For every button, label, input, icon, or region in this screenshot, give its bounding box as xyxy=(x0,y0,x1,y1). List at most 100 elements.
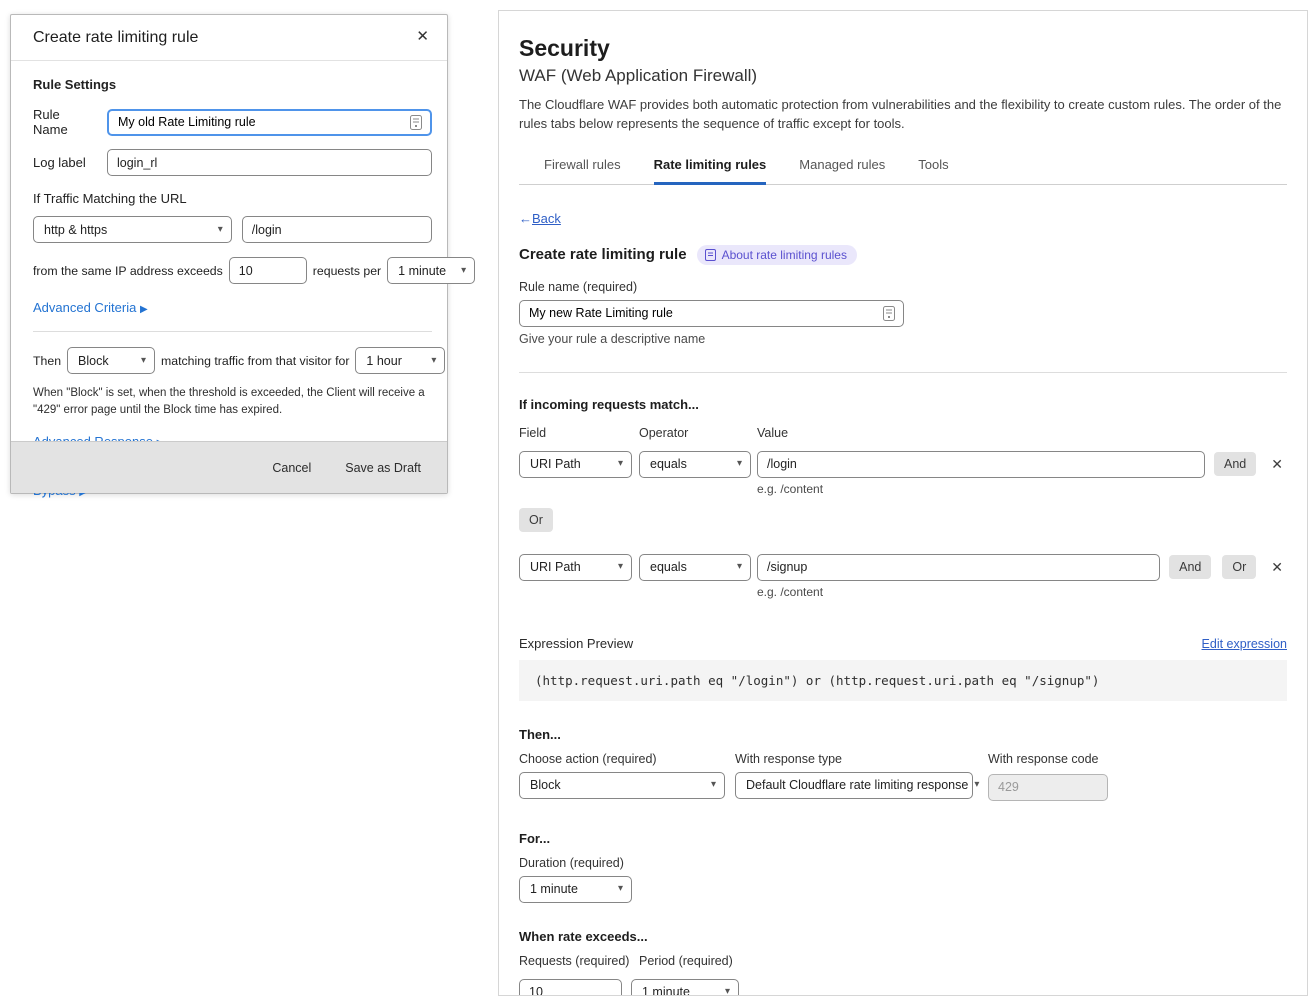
requests-label: Requests (required) xyxy=(519,954,639,968)
caret-down-icon: ▾ xyxy=(618,459,623,469)
threshold-period-select[interactable]: 1 minute ▾ xyxy=(387,257,475,284)
action-select[interactable]: Block ▾ xyxy=(519,772,725,799)
rule-name-field-wrap xyxy=(519,300,904,327)
caret-down-icon: ▾ xyxy=(618,562,623,572)
create-rule-heading: Create rate limiting rule xyxy=(519,246,687,263)
or-button[interactable]: Or xyxy=(1222,555,1256,579)
rule-name-label: Rule name (required) xyxy=(519,280,1287,294)
action-select-value: Block xyxy=(530,778,561,792)
and-button[interactable]: And xyxy=(1214,452,1256,476)
caret-down-icon: ▾ xyxy=(737,562,742,572)
advanced-criteria-link[interactable]: Advanced Criteria ▶ xyxy=(33,300,148,315)
value-input[interactable] xyxy=(757,554,1160,581)
close-icon: ✕ xyxy=(416,28,429,45)
response-code-label: With response code xyxy=(988,752,1108,766)
remove-condition-button[interactable]: ✕ xyxy=(1267,454,1287,475)
dialog-header: Create rate limiting rule ✕ xyxy=(11,15,447,61)
action-select[interactable]: Block ▾ xyxy=(67,347,155,374)
cancel-button[interactable]: Cancel xyxy=(272,461,311,475)
response-type-select[interactable]: Default Cloudflare rate limiting respons… xyxy=(735,772,973,799)
value-column-label: Value xyxy=(757,426,788,440)
autofill-icon xyxy=(410,115,422,130)
duration-value: 1 minute xyxy=(530,882,578,896)
field-select[interactable]: URI Path ▾ xyxy=(519,451,632,478)
operator-select[interactable]: equals ▾ xyxy=(639,554,751,581)
period-select[interactable]: 1 minute ▾ xyxy=(631,979,739,996)
action-select-value: Block xyxy=(78,354,109,368)
tab-tools[interactable]: Tools xyxy=(918,151,948,185)
caret-down-icon: ▾ xyxy=(431,356,436,366)
response-type-label: With response type xyxy=(735,752,973,766)
scheme-select-value: http & https xyxy=(44,223,107,237)
caret-down-icon: ▾ xyxy=(461,266,466,276)
caret-right-icon: ▶ xyxy=(140,304,148,315)
field-select[interactable]: URI Path ▾ xyxy=(519,554,632,581)
duration-label: Duration (required) xyxy=(519,856,1287,870)
tab-firewall-rules[interactable]: Firewall rules xyxy=(544,151,621,185)
close-button[interactable]: ✕ xyxy=(410,23,435,49)
legacy-rate-limit-dialog: Create rate limiting rule ✕ Rule Setting… xyxy=(10,14,448,494)
condition-row: URI Path ▾ equals ▾ And Or ✕ xyxy=(519,554,1287,581)
remove-condition-button[interactable]: ✕ xyxy=(1267,557,1287,578)
edit-expression-link[interactable]: Edit expression xyxy=(1202,637,1287,651)
block-note: When "Block" is set, when the threshold … xyxy=(33,385,432,420)
log-label-input[interactable] xyxy=(107,149,432,176)
back-arrow-icon: ← xyxy=(519,211,532,226)
waf-tab-bar: Firewall rules Rate limiting rules Manag… xyxy=(519,151,1287,185)
or-connector-button[interactable]: Or xyxy=(519,508,553,532)
tab-rate-limiting-rules[interactable]: Rate limiting rules xyxy=(654,151,767,185)
operator-select-value: equals xyxy=(650,560,687,574)
caret-down-icon: ▾ xyxy=(711,780,716,790)
period-label: Period (required) xyxy=(639,954,733,968)
response-type-value: Default Cloudflare rate limiting respons… xyxy=(746,778,968,792)
expression-preview: (http.request.uri.path eq "/login") or (… xyxy=(519,660,1287,701)
autofill-icon xyxy=(883,306,895,321)
remove-icon: ✕ xyxy=(1271,559,1283,575)
for-heading: For... xyxy=(519,831,1287,846)
ban-duration-value: 1 hour xyxy=(366,354,401,368)
rule-name-input[interactable] xyxy=(520,301,883,326)
log-label-label: Log label xyxy=(33,155,97,170)
about-badge-label: About rate limiting rules xyxy=(722,248,847,262)
back-link[interactable]: ←Back xyxy=(519,211,561,226)
url-input[interactable] xyxy=(242,216,432,243)
doc-icon xyxy=(705,249,716,261)
operator-select[interactable]: equals ▾ xyxy=(639,451,751,478)
rule-name-input[interactable] xyxy=(109,111,410,134)
caret-down-icon: ▾ xyxy=(725,987,730,996)
advanced-criteria-label: Advanced Criteria xyxy=(33,300,136,315)
caret-down-icon: ▾ xyxy=(141,356,146,366)
match-heading: If incoming requests match... xyxy=(519,397,1287,412)
and-button[interactable]: And xyxy=(1169,555,1211,579)
caret-down-icon: ▾ xyxy=(218,225,223,235)
value-helper: e.g. /content xyxy=(757,482,1287,496)
threshold-text-after: requests per xyxy=(313,264,381,278)
then-heading: Then... xyxy=(519,727,1287,742)
rate-heading: When rate exceeds... xyxy=(519,929,1287,944)
then-label: Then xyxy=(33,354,61,368)
scheme-select[interactable]: http & https ▾ xyxy=(33,216,232,243)
dialog-footer: Cancel Save as Draft xyxy=(11,441,447,493)
field-select-value: URI Path xyxy=(530,457,581,471)
threshold-period-value: 1 minute xyxy=(398,264,446,278)
operator-select-value: equals xyxy=(650,457,687,471)
about-rate-limiting-badge[interactable]: About rate limiting rules xyxy=(697,245,857,265)
rule-settings-heading: Rule Settings xyxy=(33,77,432,92)
threshold-text-before: from the same IP address exceeds xyxy=(33,264,223,278)
field-select-value: URI Path xyxy=(530,560,581,574)
value-input[interactable] xyxy=(757,451,1205,478)
page-title: Security xyxy=(519,35,1287,62)
remove-icon: ✕ xyxy=(1271,456,1283,472)
caret-down-icon: ▾ xyxy=(618,884,623,894)
requests-input[interactable] xyxy=(519,979,622,996)
condition-row: URI Path ▾ equals ▾ And ✕ xyxy=(519,451,1287,478)
threshold-input[interactable] xyxy=(229,257,307,284)
tab-managed-rules[interactable]: Managed rules xyxy=(799,151,885,185)
save-draft-button[interactable]: Save as Draft xyxy=(345,461,421,475)
rule-name-label: Rule Name xyxy=(33,107,97,137)
dialog-title: Create rate limiting rule xyxy=(33,29,198,47)
duration-select[interactable]: 1 minute ▾ xyxy=(519,876,632,903)
traffic-match-heading: If Traffic Matching the URL xyxy=(33,191,432,206)
page-description: The Cloudflare WAF provides both automat… xyxy=(519,96,1287,134)
ban-duration-select[interactable]: 1 hour ▾ xyxy=(355,347,445,374)
